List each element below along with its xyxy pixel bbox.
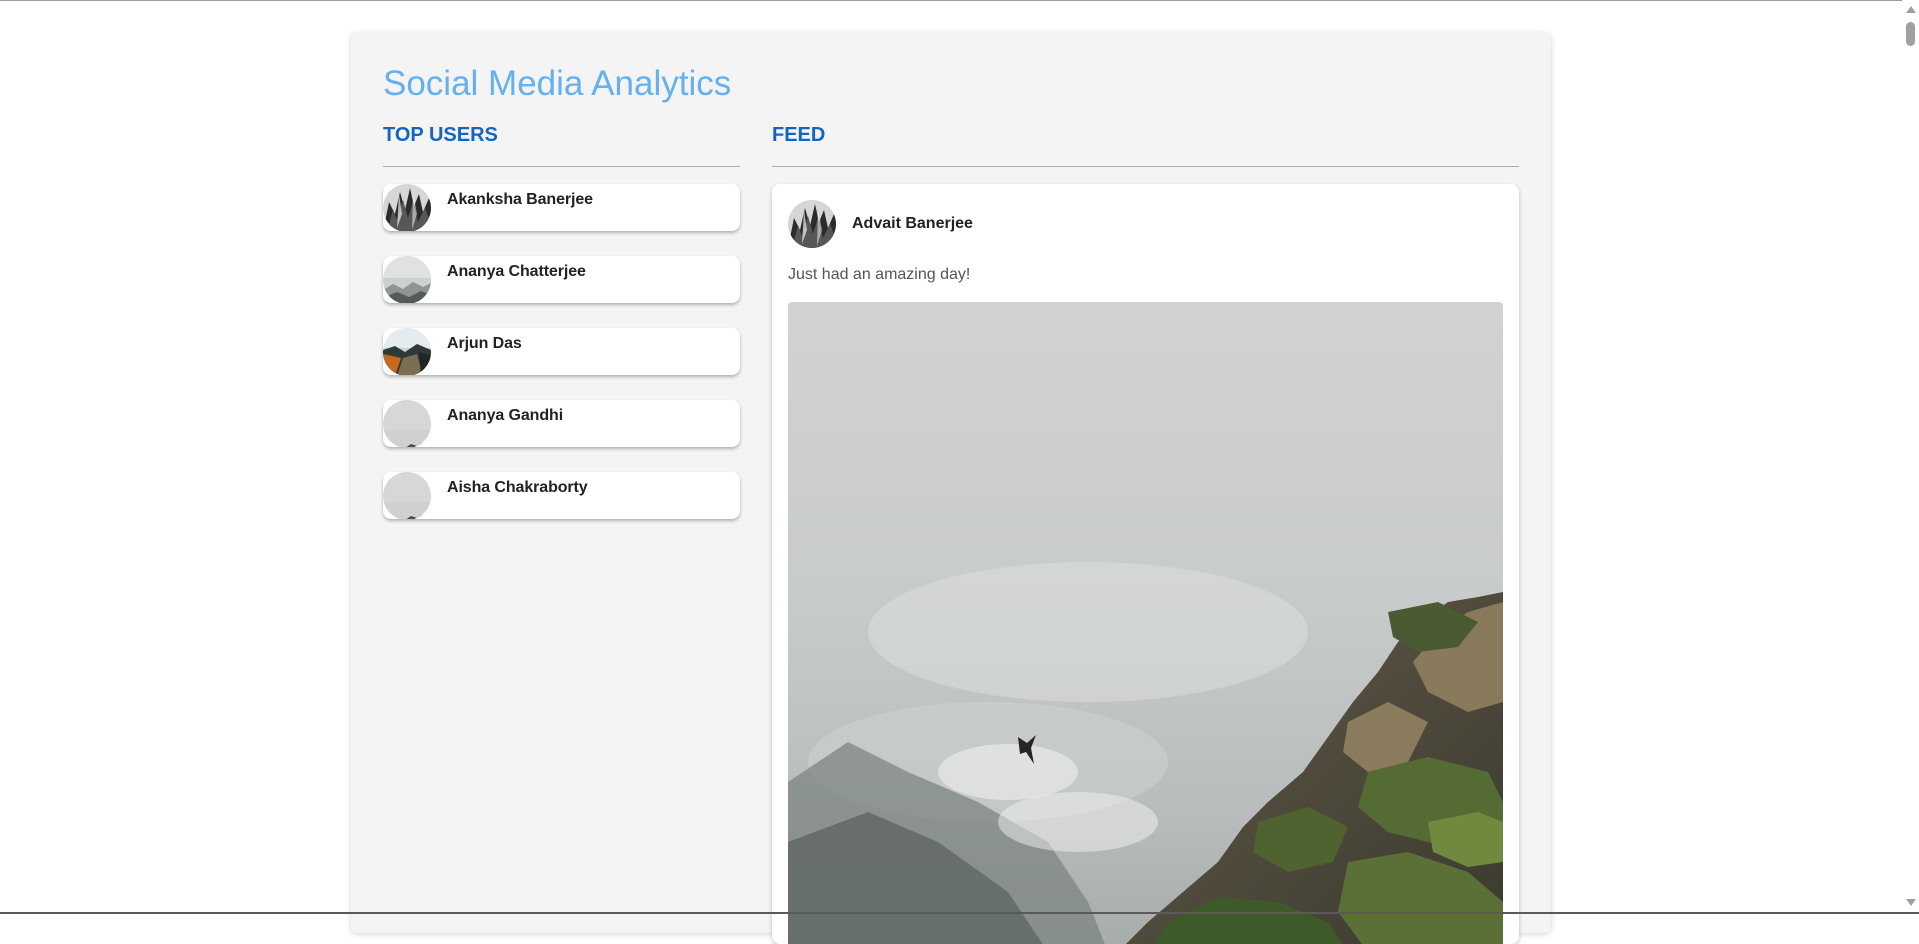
scroll-down-arrow-icon[interactable] <box>1906 899 1916 906</box>
avatar <box>383 184 431 231</box>
feed-heading: FEED <box>772 124 826 146</box>
window-top-border <box>0 0 1919 1</box>
user-name: Akanksha Banerjee <box>447 191 593 208</box>
user-card[interactable]: Ananya Gandhi <box>383 400 740 447</box>
user-card[interactable]: Arjun Das <box>383 328 740 375</box>
analytics-panel: Social Media Analytics TOP USERS FEED Ak… <box>351 33 1551 944</box>
top-users-heading: TOP USERS <box>383 124 498 146</box>
user-card[interactable]: Akanksha Banerjee <box>383 184 740 231</box>
user-name: Aisha Chakraborty <box>447 479 588 496</box>
post-text: Just had an amazing day! <box>788 266 971 283</box>
avatar <box>383 328 431 375</box>
avatar <box>383 400 431 447</box>
scroll-up-arrow-icon[interactable] <box>1906 6 1916 13</box>
user-card[interactable]: Aisha Chakraborty <box>383 472 740 519</box>
user-name: Ananya Gandhi <box>447 407 564 424</box>
vertical-scrollbar[interactable] <box>1902 0 1919 912</box>
top-users-list: Akanksha Banerjee Ananya Chatterjee Arju… <box>383 184 740 544</box>
user-name: Arjun Das <box>447 335 522 352</box>
avatar <box>383 256 431 303</box>
feed-post: Advait Banerjee Just had an amazing day! <box>772 184 1519 944</box>
feed-divider <box>772 166 1519 167</box>
user-name: Ananya Chatterjee <box>447 263 586 280</box>
top-users-divider <box>383 166 740 167</box>
avatar <box>383 472 431 519</box>
user-card[interactable]: Ananya Chatterjee <box>383 256 740 303</box>
scroll-thumb[interactable] <box>1906 22 1915 46</box>
page-title: Social Media Analytics <box>383 64 732 103</box>
avatar[interactable] <box>788 200 836 248</box>
post-image <box>788 302 1503 944</box>
post-author[interactable]: Advait Banerjee <box>852 215 973 233</box>
